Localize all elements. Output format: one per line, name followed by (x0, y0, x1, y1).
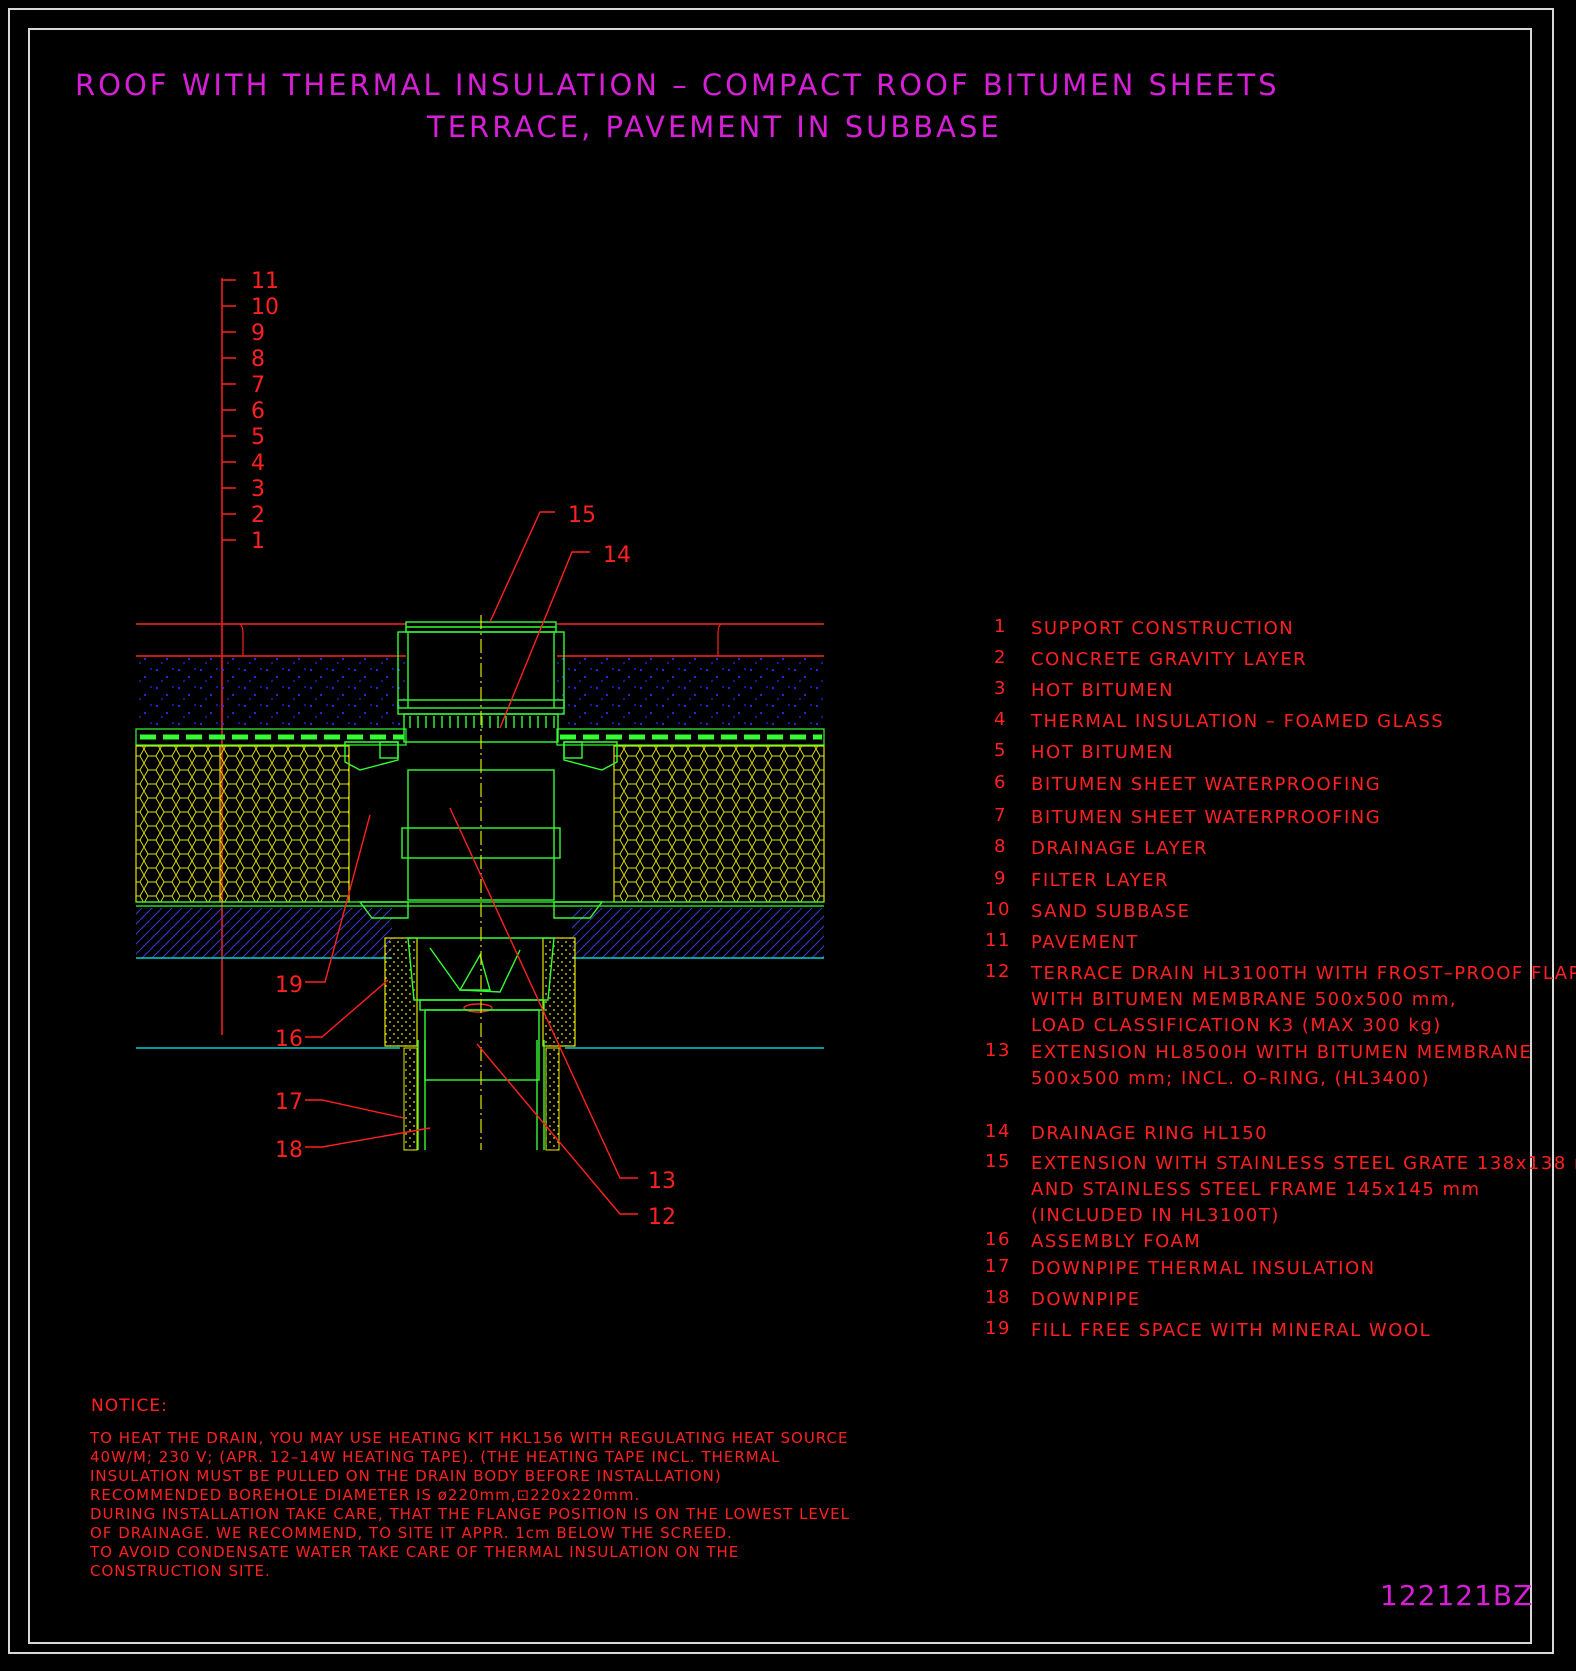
legend-text: DRAINAGE LAYER (1031, 838, 1208, 859)
notice-line: DURING INSTALLATION TAKE CARE, THAT THE … (90, 1505, 850, 1523)
legend-number: 17 (985, 1256, 1011, 1277)
layer-scale-label: 4 (251, 451, 265, 476)
legend-text: EXTENSION WITH STAINLESS STEEL GRATE 138… (1031, 1153, 1576, 1174)
support-construction-layer (136, 908, 824, 1049)
callout-label-18: 18 (275, 1138, 303, 1163)
layer-scale-label: 7 (251, 373, 265, 398)
legend-text: ASSEMBLY FOAM (1031, 1231, 1202, 1252)
legend-number: 14 (985, 1121, 1011, 1142)
legend-text: SAND SUBBASE (1031, 901, 1191, 922)
legend-text: BITUMEN SHEET WATERPROOFING (1031, 807, 1382, 828)
callout-label-12: 12 (648, 1205, 676, 1230)
legend-text: FILTER LAYER (1031, 870, 1170, 891)
legend-number: 6 (994, 772, 1007, 793)
legend-number: 13 (985, 1040, 1011, 1061)
callout-label-17: 17 (275, 1090, 303, 1115)
legend-text: DOWNPIPE THERMAL INSULATION (1031, 1258, 1376, 1279)
notice-line: TO AVOID CONDENSATE WATER TAKE CARE OF T… (90, 1543, 740, 1561)
pavement-layer (136, 623, 824, 657)
callout-leaders (305, 511, 638, 1215)
layer-scale-label: 10 (251, 295, 279, 320)
notice-line: 40W/M; 230 V; (APR. 12–14W HEATING TAPE)… (90, 1448, 781, 1466)
layer-scale-label: 6 (251, 399, 265, 424)
callout-label-13: 13 (648, 1169, 676, 1194)
legend-text: (INCLUDED IN HL3100T) (1031, 1205, 1280, 1226)
legend-number: 15 (985, 1151, 1011, 1172)
legend-number: 11 (985, 930, 1011, 951)
legend-text: DOWNPIPE (1031, 1289, 1141, 1310)
legend-text: HOT BITUMEN (1031, 742, 1175, 763)
layer-scale-label: 2 (251, 503, 265, 528)
legend-number: 2 (994, 647, 1007, 668)
legend-text: DRAINAGE RING HL150 (1031, 1123, 1269, 1144)
callout-label-19: 19 (275, 973, 303, 998)
notice-line: TO HEAT THE DRAIN, YOU MAY USE HEATING K… (90, 1429, 849, 1447)
notice-line: CONSTRUCTION SITE. (90, 1562, 271, 1580)
legend-number: 19 (985, 1318, 1011, 1339)
layer-scale-label: 8 (251, 347, 265, 372)
legend-text: 500x500 mm; INCL. O–RING, (HL3400) (1031, 1068, 1431, 1089)
legend-text: EXTENSION HL8500H WITH BITUMEN MEMBRANE (1031, 1042, 1533, 1063)
legend-number: 5 (994, 740, 1007, 761)
notice-line: INSULATION MUST BE PULLED ON THE DRAIN B… (90, 1467, 722, 1485)
legend-text: FILL FREE SPACE WITH MINERAL WOOL (1031, 1320, 1432, 1341)
callout-label-16: 16 (275, 1027, 303, 1052)
legend-text: PAVEMENT (1031, 932, 1139, 953)
legend-text: HOT BITUMEN (1031, 680, 1175, 701)
legend-number: 10 (985, 899, 1011, 920)
legend-number: 12 (985, 961, 1011, 982)
layer-scale-label: 1 (251, 529, 265, 554)
callout-label-15: 15 (568, 503, 596, 528)
legend-number: 9 (994, 868, 1007, 889)
legend-text: THERMAL INSULATION – FOAMED GLASS (1031, 711, 1445, 732)
roof-drain-section-drawing: 1110987654321 1514191617181312 (135, 269, 825, 1230)
layer-scale-label: 3 (251, 477, 265, 502)
legend-text: SUPPORT CONSTRUCTION (1031, 618, 1295, 639)
legend-number: 4 (994, 709, 1007, 730)
legend-text: WITH BITUMEN MEMBRANE 500x500 mm, (1031, 989, 1458, 1010)
legend-number: 7 (994, 805, 1007, 826)
layer-scale-label: 11 (251, 269, 279, 294)
layer-scale-label: 9 (251, 321, 265, 346)
notice-heading: NOTICE: (91, 1396, 168, 1416)
legend-number: 8 (994, 836, 1007, 857)
legend-number: 16 (985, 1229, 1011, 1250)
legend-text: LOAD CLASSIFICATION K3 (MAX 300 kg) (1031, 1015, 1442, 1036)
legend-number: 3 (994, 678, 1007, 699)
legend-text: TERRACE DRAIN HL3100TH WITH FROST–PROOF … (1031, 963, 1576, 984)
notice-line: RECOMMENDED BOREHOLE DIAMETER IS ø220mm,… (90, 1486, 641, 1504)
layer-scale-label: 5 (251, 425, 265, 450)
sand-subbase-layer (136, 657, 824, 729)
legend-text: BITUMEN SHEET WATERPROOFING (1031, 774, 1382, 795)
legend-text: CONCRETE GRAVITY LAYER (1031, 649, 1308, 670)
callout-label-14: 14 (603, 543, 631, 568)
notice-line: OF DRAINAGE. WE RECOMMEND, TO SITE IT AP… (90, 1524, 733, 1542)
drawing-number: 122121BZ (1380, 1579, 1534, 1612)
legend-number: 18 (985, 1287, 1011, 1308)
legend-number: 1 (994, 616, 1007, 637)
legend-text: AND STAINLESS STEEL FRAME 145x145 mm (1031, 1179, 1481, 1200)
